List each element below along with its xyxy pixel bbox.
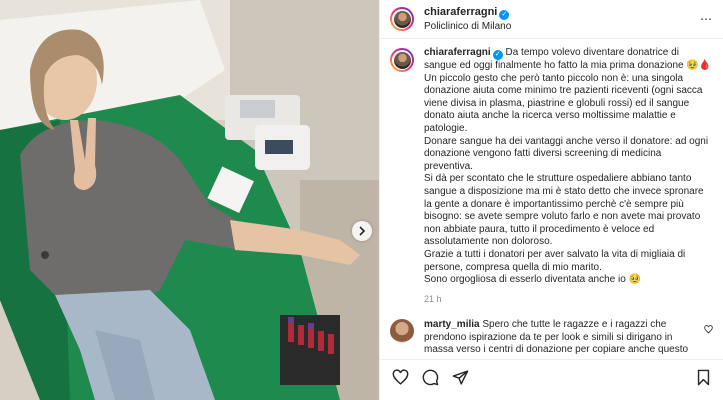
caption-avatar[interactable] [390, 48, 414, 72]
share-icon [452, 369, 469, 391]
caption-text-6: Sono orgogliosa di esserlo diventata anc… [424, 274, 642, 286]
caption-text-4: Si dà per scontato che le strutture ospe… [424, 173, 704, 248]
caption-text-5: Grazie a tutti i donatori per aver salva… [424, 248, 686, 273]
post-sidebar: chiaraferragni ✓ Policlinico di Milano ⋯ … [379, 0, 723, 400]
comments-section: chiaraferragni ✓ Da tempo volevo diventar… [380, 39, 723, 359]
comment-icon [422, 369, 439, 391]
commenter-username[interactable]: marty_milia [424, 319, 480, 330]
post-caption: chiaraferragni ✓ Da tempo volevo diventar… [390, 47, 713, 305]
comment-item: marty_milia Spero che tutte le ragazze e… [390, 319, 713, 357]
save-button[interactable] [691, 368, 715, 392]
more-options-icon[interactable]: ⋯ [700, 12, 713, 26]
caption-timestamp[interactable]: 21 h [424, 293, 713, 306]
carousel-next-button[interactable] [352, 221, 372, 241]
commenter-avatar[interactable] [390, 319, 414, 344]
author-avatar[interactable] [390, 7, 414, 31]
like-button[interactable] [388, 368, 412, 392]
post-photo-illustration [0, 0, 379, 400]
verified-badge-icon: ✓ [499, 10, 510, 20]
caption-username[interactable]: chiaraferragni [424, 47, 491, 58]
chevron-right-icon [358, 226, 366, 236]
post-actions-bar [380, 359, 723, 400]
post-header: chiaraferragni ✓ Policlinico di Milano ⋯ [380, 0, 723, 39]
instagram-post: chiaraferragni ✓ Policlinico di Milano ⋯ … [0, 0, 723, 400]
post-location[interactable]: Policlinico di Milano [424, 20, 511, 34]
comment-button[interactable] [418, 368, 442, 392]
bookmark-icon [696, 369, 711, 391]
caption-text-3: Donare sangue ha dei vantaggi anche vers… [424, 135, 709, 172]
comment-like-heart-icon[interactable] [704, 325, 713, 336]
heart-icon [392, 369, 409, 391]
caption-text-2: Un piccolo gesto che però tanto piccolo … [424, 72, 703, 134]
author-username[interactable]: chiaraferragni [424, 6, 497, 18]
share-button[interactable] [448, 368, 472, 392]
post-photo[interactable] [0, 0, 379, 400]
verified-badge-icon: ✓ [492, 50, 503, 60]
